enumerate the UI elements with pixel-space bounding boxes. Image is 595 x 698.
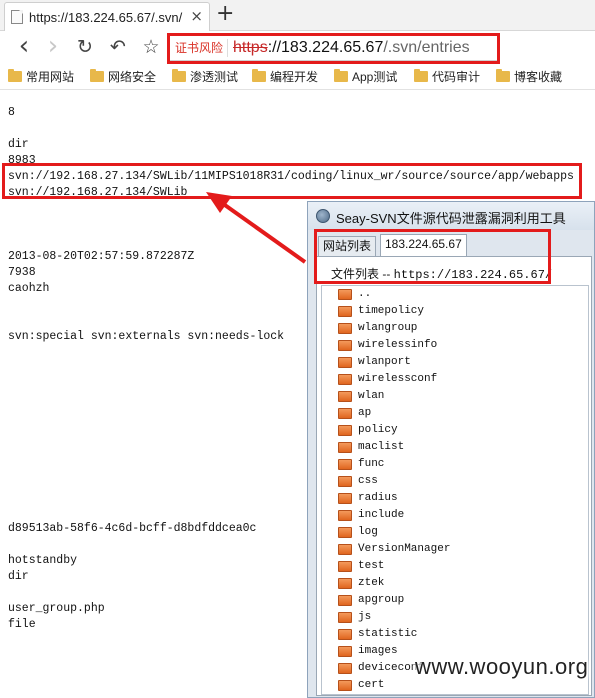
- window-titlebar[interactable]: Seay-SVN文件源代码泄露漏洞利用工具: [308, 202, 594, 230]
- bookmarks-bar: 常用网站 网络安全 渗透测试 编程开发 App测试 代码审计 博客收藏: [0, 65, 595, 90]
- page-icon: [11, 10, 23, 24]
- entries-line: svn:special svn:externals svn:needs-lock: [8, 330, 285, 343]
- back-button[interactable]: ‹: [12, 33, 36, 59]
- address-highlight-box: [167, 33, 500, 64]
- entries-line: 7938: [8, 266, 36, 279]
- entries-line: dir: [8, 138, 29, 151]
- window-title: Seay-SVN文件源代码泄露漏洞利用工具: [336, 211, 566, 226]
- folder-icon: [338, 357, 352, 368]
- close-icon[interactable]: ×: [190, 7, 203, 25]
- entries-line: user_group.php: [8, 602, 105, 615]
- folder-icon: [338, 408, 352, 419]
- folder-icon: [338, 544, 352, 555]
- tab-title: https://183.224.65.67/.svn/: [29, 10, 183, 25]
- folder-icon: [338, 663, 352, 674]
- folder-icon: [338, 561, 352, 572]
- bookmark-folder[interactable]: App测试: [334, 69, 397, 85]
- entries-line: caohzh: [8, 282, 50, 295]
- folder-icon: [496, 69, 510, 82]
- bookmark-folder[interactable]: 网络安全: [90, 69, 156, 85]
- folder-icon: [338, 459, 352, 470]
- bookmark-folder[interactable]: 博客收藏: [496, 69, 562, 85]
- folder-icon: [338, 476, 352, 487]
- folder-icon: [338, 323, 352, 334]
- entries-line: hotstandby: [8, 554, 78, 567]
- folder-icon: [338, 629, 352, 640]
- new-tab-button[interactable]: +: [216, 2, 234, 26]
- file-panel: 文件列表 -- https://183.224.65.67/ .. timepo…: [316, 256, 592, 696]
- folder-icon: [338, 306, 352, 317]
- entries-line: dir: [8, 570, 29, 583]
- entries-line: 8: [8, 106, 15, 119]
- folder-icon: [338, 527, 352, 538]
- entries-line: d89513ab-58f6-4c6d-bcff-d8bdfddcea0c: [8, 522, 257, 535]
- reload-button[interactable]: ↻: [73, 35, 97, 59]
- folder-icon: [338, 578, 352, 589]
- folder-icon: [338, 391, 352, 402]
- entries-line: file: [8, 618, 36, 631]
- bookmark-folder[interactable]: 渗透测试: [172, 69, 238, 85]
- bookmark-folder[interactable]: 编程开发: [252, 69, 318, 85]
- file-tree: .. timepolicy wlangroup wirelessinfo wla…: [321, 285, 589, 695]
- svn-url-highlight-box: [2, 163, 582, 199]
- tab-bar: https://183.224.65.67/.svn/ × +: [0, 0, 595, 31]
- folder-icon: [338, 510, 352, 521]
- folder-icon: [338, 493, 352, 504]
- folder-icon: [172, 69, 186, 82]
- forward-button[interactable]: ›: [41, 33, 65, 59]
- folder-icon: [338, 612, 352, 623]
- tool-tab-highlight-box: [314, 229, 551, 284]
- bookmark-folder[interactable]: 代码审计: [414, 69, 480, 85]
- folder-icon: [338, 340, 352, 351]
- folder-icon: [338, 646, 352, 657]
- folder-icon: [334, 69, 348, 82]
- folder-icon: [252, 69, 266, 82]
- browser-tab[interactable]: https://183.224.65.67/.svn/ ×: [4, 2, 210, 31]
- app-icon: [316, 209, 330, 223]
- folder-icon: [338, 374, 352, 385]
- folder-icon: [8, 69, 22, 82]
- watermark: www.wooyun.org: [415, 654, 589, 679]
- folder-icon: [414, 69, 428, 82]
- folder-icon: [90, 69, 104, 82]
- bookmark-folder[interactable]: 常用网站: [8, 69, 74, 85]
- undo-button[interactable]: ↶: [106, 35, 130, 59]
- folder-icon: [338, 289, 352, 300]
- folder-icon: [338, 442, 352, 453]
- folder-icon: [338, 425, 352, 436]
- folder-icon: [338, 595, 352, 606]
- entries-line: 2013-08-20T02:57:59.872287Z: [8, 250, 195, 263]
- bookmark-star-icon[interactable]: ☆: [139, 35, 163, 59]
- folder-icon: [338, 680, 352, 691]
